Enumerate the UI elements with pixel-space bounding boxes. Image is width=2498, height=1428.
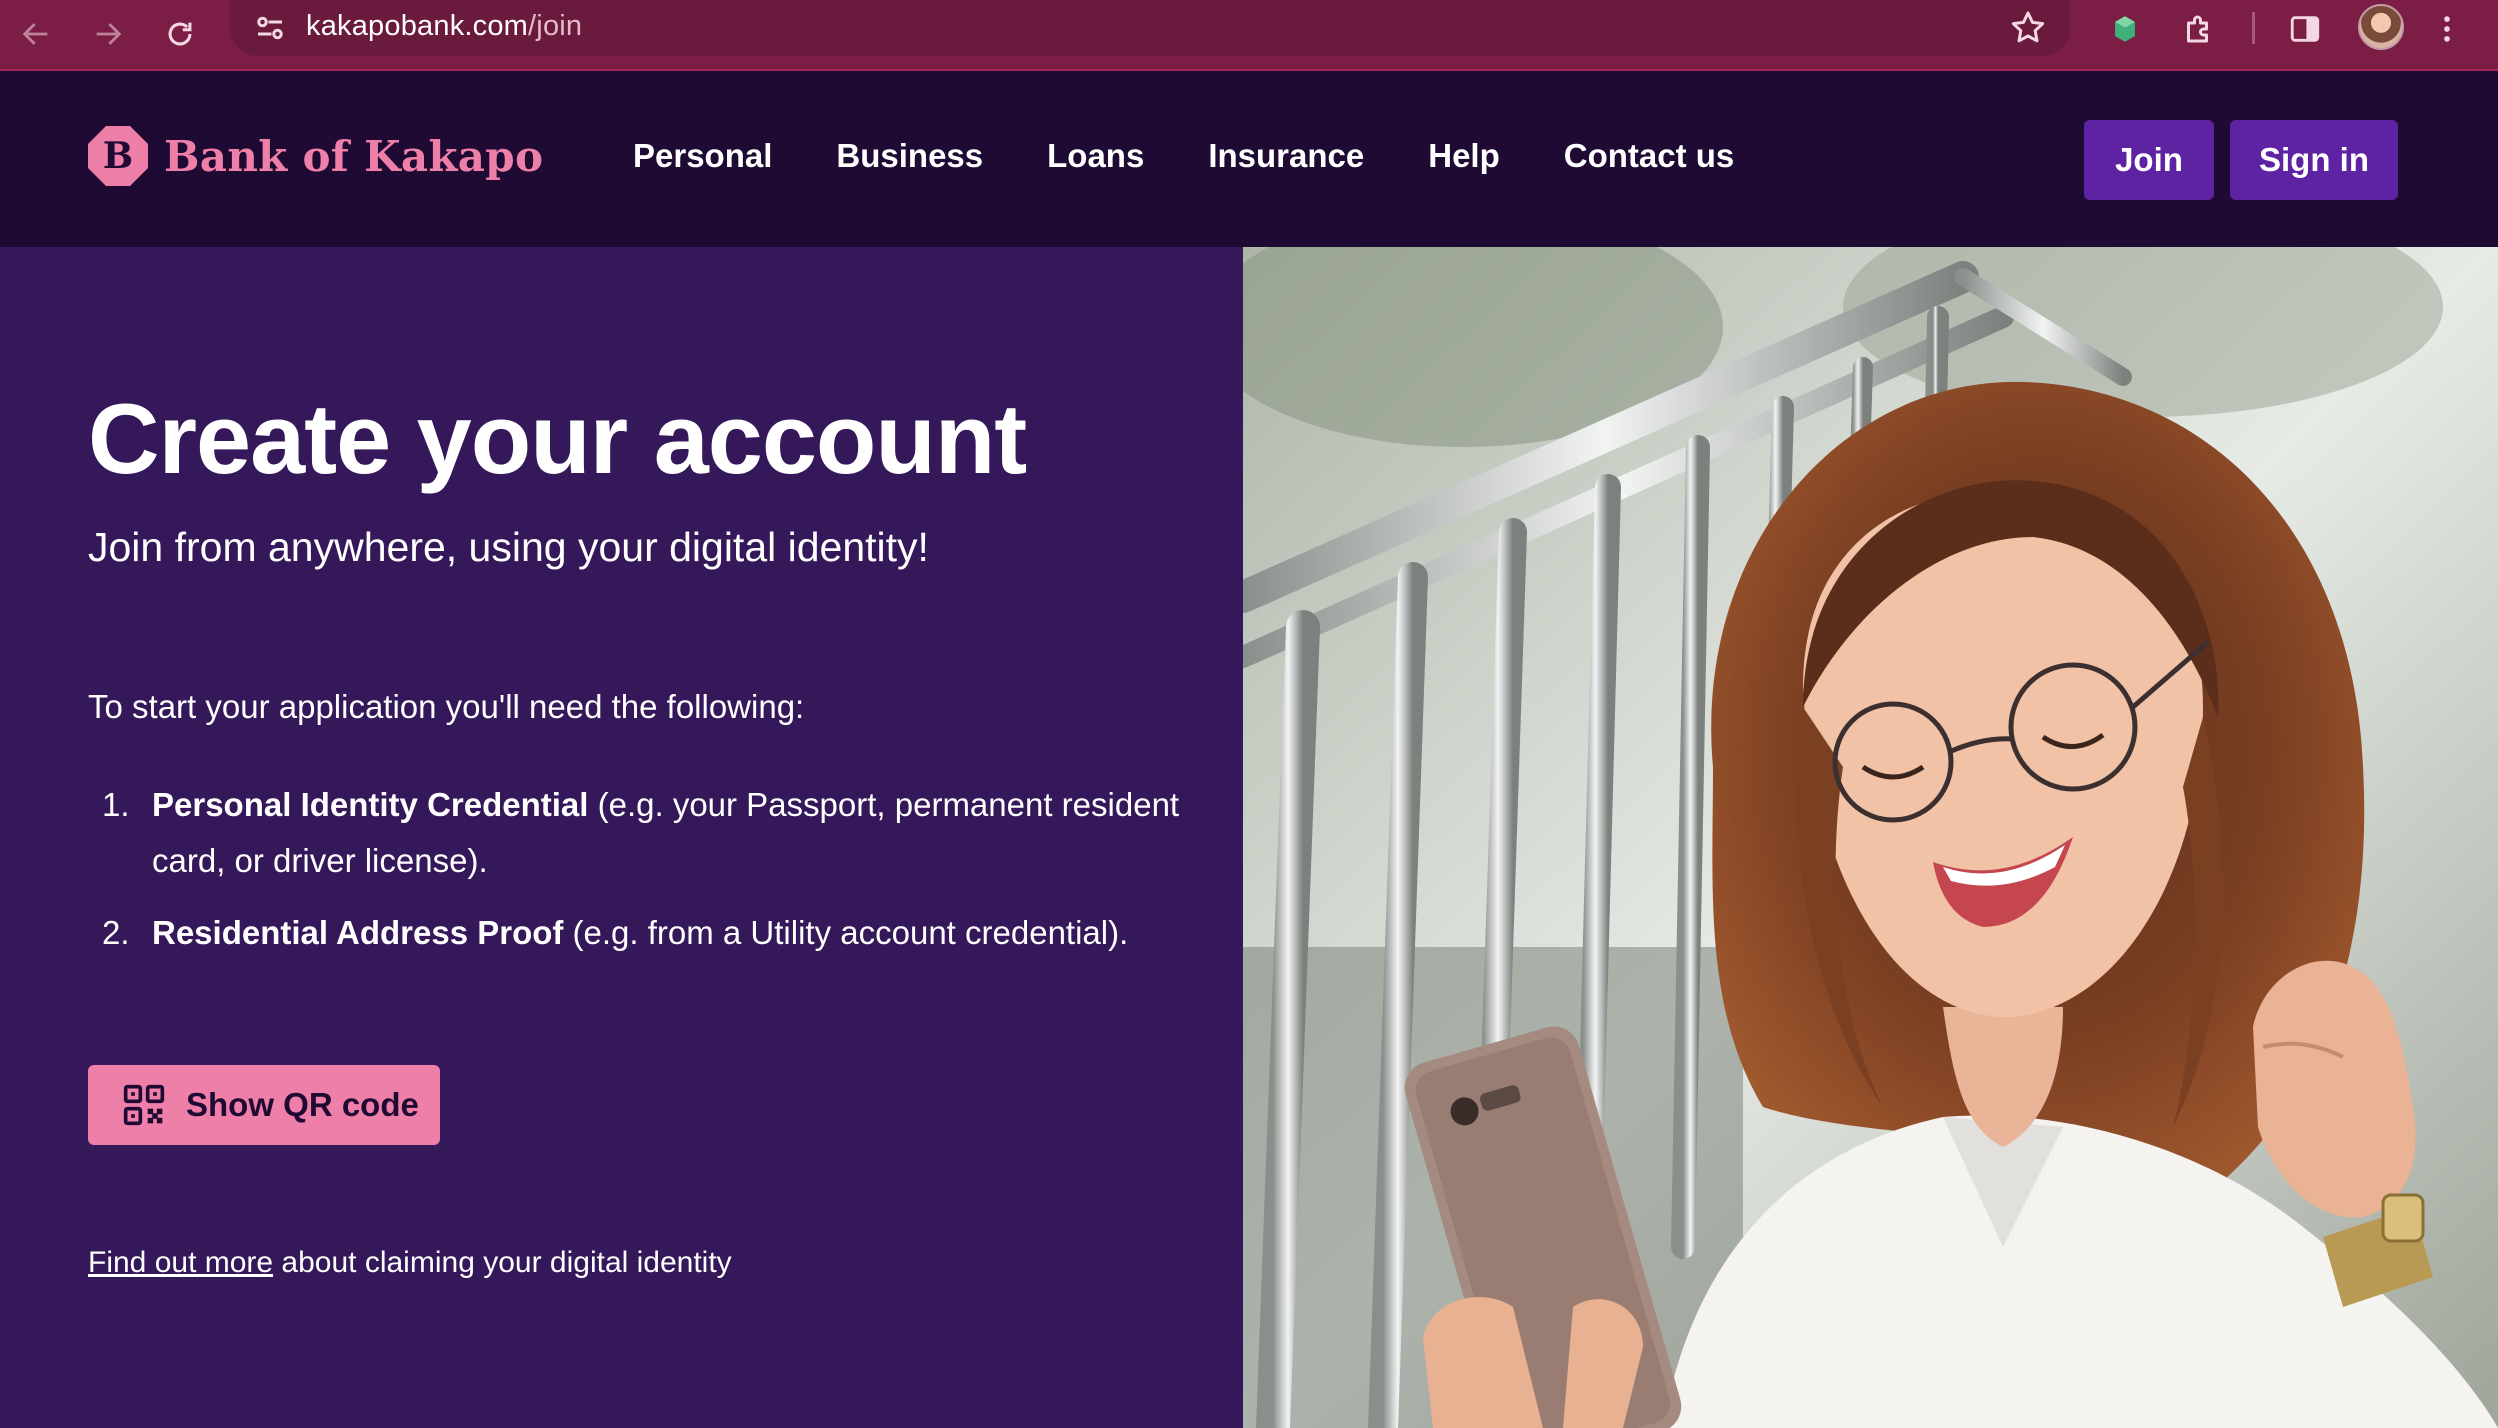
list-item: 2. Residential Address Proof (e.g. from … — [88, 905, 1198, 961]
nav-business[interactable]: Business — [836, 137, 983, 175]
qr-button-label: Show QR code — [186, 1086, 419, 1123]
site-header: B Bank of Kakapo Personal Business Loans… — [0, 71, 2498, 247]
brand-name: Bank of Kakapo — [164, 131, 544, 181]
browser-menu-button[interactable] — [2424, 6, 2470, 52]
join-button[interactable]: Join — [2084, 120, 2214, 200]
nav-personal[interactable]: Personal — [633, 137, 772, 175]
page-title: Create your account — [88, 383, 1027, 494]
toolbar-divider — [2252, 12, 2255, 44]
browser-toolbar: kakapobank.com/join — [0, 0, 2498, 71]
url-path: /join — [528, 10, 583, 42]
nav-contact-us[interactable]: Contact us — [1564, 137, 1735, 175]
requirement-title: Personal Identity Credential — [152, 786, 589, 823]
reload-button[interactable] — [152, 6, 208, 62]
requirement-detail: (e.g. from a Utility account credential)… — [563, 914, 1129, 951]
requirements-intro: To start your application you'll need th… — [88, 688, 805, 725]
address-bar[interactable]: kakapobank.com/join — [230, 0, 2070, 56]
hero-photo — [1243, 247, 2498, 1428]
back-button[interactable] — [8, 6, 64, 62]
requirement-title: Residential Address Proof — [152, 914, 564, 951]
forward-arrow-icon — [96, 23, 122, 45]
sign-in-button[interactable]: Sign in — [2230, 120, 2398, 200]
find-out-more-rest: about claiming your digital identity — [273, 1246, 732, 1279]
side-panel-icon — [2290, 16, 2320, 42]
page-subtitle: Join from anywhere, using your digital i… — [88, 524, 929, 570]
nav-insurance[interactable]: Insurance — [1208, 137, 1364, 175]
forward-button[interactable] — [80, 6, 136, 62]
menu-dots-icon — [2444, 16, 2450, 42]
main-nav: Personal Business Loans Insurance Help C… — [633, 137, 1798, 175]
brand-logo[interactable]: B Bank of Kakapo — [88, 126, 543, 186]
extension-icon — [2115, 16, 2135, 42]
url-text[interactable]: kakapobank.com/join — [306, 10, 582, 43]
woman-with-phone-illustration — [1243, 247, 2498, 1428]
list-number: 1. — [102, 786, 130, 823]
extensions-menu-button[interactable] — [2176, 6, 2222, 52]
site-settings-icon[interactable] — [252, 10, 288, 46]
list-number: 2. — [102, 914, 130, 951]
url-host: kakapobank.com — [306, 10, 529, 42]
bookmark-star-icon[interactable] — [2008, 8, 2048, 48]
side-panel-button[interactable] — [2282, 6, 2328, 52]
profile-avatar[interactable] — [2358, 4, 2404, 50]
qr-code-icon — [123, 1084, 165, 1126]
reload-icon — [168, 22, 192, 46]
hero-panel: Create your account Join from anywhere, … — [0, 247, 1243, 1428]
back-arrow-icon — [22, 23, 48, 45]
list-item: 1. Personal Identity Credential (e.g. yo… — [88, 777, 1198, 889]
find-out-more-text: Find out more about claiming your digita… — [88, 1246, 732, 1280]
show-qr-code-button[interactable]: Show QR code — [88, 1065, 440, 1145]
extension-button[interactable] — [2102, 6, 2148, 52]
logo-badge-icon: B — [88, 126, 148, 186]
requirements-list: 1. Personal Identity Credential (e.g. yo… — [88, 777, 1198, 977]
nav-help[interactable]: Help — [1428, 137, 1500, 175]
puzzle-icon — [2187, 15, 2208, 43]
nav-loans[interactable]: Loans — [1047, 137, 1144, 175]
find-out-more-link[interactable]: Find out more — [88, 1246, 273, 1279]
